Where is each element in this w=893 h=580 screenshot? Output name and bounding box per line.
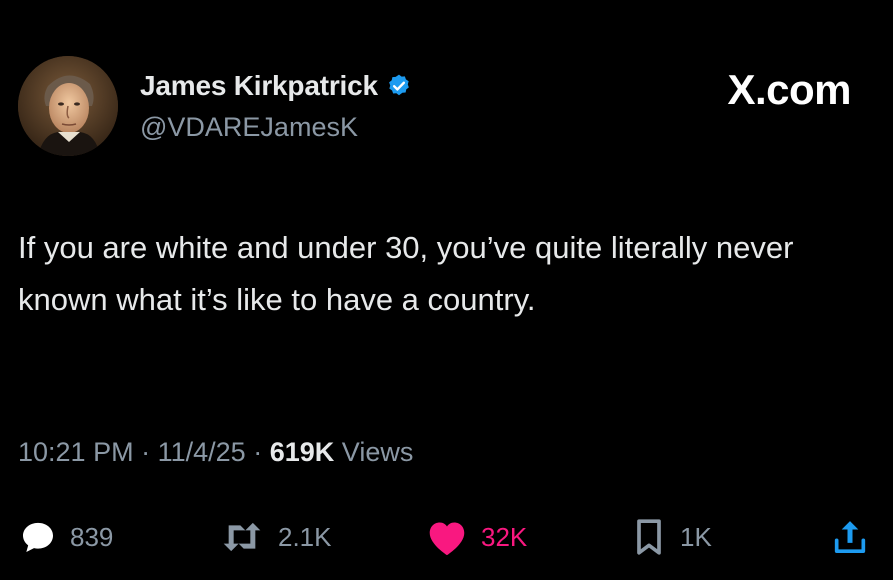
meta-separator: · xyxy=(141,437,151,467)
like-button[interactable]: 32K xyxy=(425,510,527,564)
author-handle[interactable]: @VDAREJamesK xyxy=(140,112,358,143)
author-name-row: James Kirkpatrick xyxy=(140,70,412,102)
repost-button[interactable]: 2.1K xyxy=(218,510,332,564)
action-bar: 839 2.1K 32K 1K xyxy=(0,510,893,564)
tweet-time[interactable]: 10:21 PM xyxy=(18,437,134,467)
tweet-text: If you are white and under 30, you’ve qu… xyxy=(18,230,794,317)
avatar[interactable] xyxy=(18,56,118,156)
author-display-name[interactable]: James Kirkpatrick xyxy=(140,70,378,102)
views-label: Views xyxy=(341,437,414,467)
repost-icon xyxy=(223,522,261,552)
share-icon xyxy=(834,521,866,553)
verified-badge-icon xyxy=(389,74,409,96)
reply-count: 839 xyxy=(70,521,114,552)
bookmark-button[interactable]: 1K xyxy=(630,510,712,564)
like-count: 32K xyxy=(481,521,528,552)
views-count: 619K xyxy=(269,437,335,467)
meta-separator: · xyxy=(253,437,263,467)
portrait-avatar-image xyxy=(18,56,118,156)
reply-icon xyxy=(23,522,53,552)
heart-icon xyxy=(429,522,465,556)
tweet-date[interactable]: 11/4/25 xyxy=(158,437,246,467)
brand-label: X.com xyxy=(727,66,851,113)
share-button[interactable] xyxy=(830,510,870,564)
repost-count: 2.1K xyxy=(278,521,332,552)
bookmark-icon xyxy=(637,519,661,555)
tweet-meta: 10:21 PM · 11/4/25 · 619K Views xyxy=(18,437,413,468)
bookmark-count: 1K xyxy=(680,521,712,552)
reply-button[interactable]: 839 xyxy=(18,510,113,564)
